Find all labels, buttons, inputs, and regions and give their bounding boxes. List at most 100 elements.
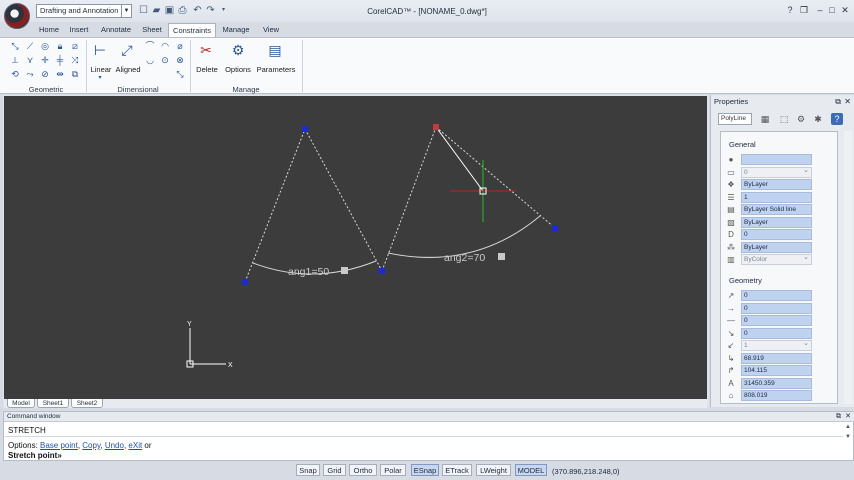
properties-scrollbar[interactable] (844, 131, 852, 404)
tab-model[interactable]: Model (7, 399, 35, 408)
polyline-segment[interactable] (435, 126, 556, 229)
options-icon[interactable]: ⚙ (229, 41, 247, 59)
tangent-icon[interactable]: ╪ (55, 55, 65, 65)
maximize-icon[interactable]: □ (826, 4, 838, 16)
property-value[interactable]: 808.019 (741, 390, 812, 401)
property-value[interactable]: 0 (741, 327, 812, 339)
dim-label-ang1[interactable]: ang1=50 (288, 266, 329, 278)
parameters-button[interactable]: Parameters (256, 65, 296, 74)
etrack-toggle[interactable]: ETrack (442, 464, 472, 476)
help-icon[interactable]: ? (784, 4, 796, 16)
diameter-dim-icon[interactable]: ⌀ (175, 41, 185, 51)
option-base-point[interactable]: Base point (40, 441, 78, 450)
esnap-toggle[interactable]: ESnap (411, 464, 439, 476)
grip-point[interactable] (552, 225, 558, 231)
options-button[interactable]: Options (222, 65, 254, 74)
property-value[interactable] (741, 154, 812, 165)
grip-point[interactable] (242, 279, 248, 285)
aligned-dim-icon[interactable]: ⤢ (118, 41, 136, 59)
delete-geometric-icon[interactable]: ⧉ (70, 69, 80, 79)
delete-constraint-icon[interactable]: ✂ (197, 41, 215, 59)
property-value[interactable]: 0 (741, 166, 812, 178)
radius-dim-icon[interactable]: ◠ (160, 41, 170, 51)
collinear-icon[interactable]: ⟋ (25, 41, 35, 51)
dim-settings-icon[interactable]: ⤡ (175, 69, 185, 79)
option-exit[interactable]: eXit (128, 441, 142, 450)
delete-button[interactable]: Delete (194, 65, 220, 74)
settings-icon[interactable] (813, 113, 825, 125)
tab-sheet[interactable]: Sheet (140, 23, 164, 37)
equal-icon[interactable]: ⤳ (25, 69, 35, 79)
pin-icon[interactable]: ⧉ (836, 412, 841, 422)
property-value[interactable]: ByLayer Solid line (741, 204, 812, 215)
option-undo[interactable]: Undo (105, 441, 124, 450)
parallel-icon[interactable]: ⧄ (70, 41, 80, 51)
property-value[interactable]: 0 (741, 302, 812, 314)
close-icon[interactable]: ✕ (845, 412, 851, 422)
grip-point[interactable] (302, 126, 308, 132)
scroll-up-icon[interactable]: ▲ (845, 424, 851, 430)
snap-toggle[interactable]: Snap (296, 464, 320, 476)
model-toggle[interactable]: MODEL (515, 464, 547, 476)
tab-insert[interactable]: Insert (66, 23, 92, 37)
perpendicular-icon[interactable]: ⟂ (10, 55, 20, 65)
linear-dropdown-icon[interactable]: ▾ (95, 73, 105, 83)
property-value[interactable]: 1 (741, 340, 812, 351)
grip-point[interactable] (379, 268, 385, 274)
property-value[interactable]: ByLayer (741, 179, 812, 190)
property-value[interactable]: ByLayer (741, 241, 812, 253)
property-value[interactable]: 1 (741, 191, 812, 203)
symmetric-icon[interactable]: ⟲ (10, 69, 20, 79)
quick-select-icon[interactable]: ▦ (759, 113, 771, 125)
property-value[interactable]: 0 (741, 290, 812, 301)
property-value[interactable]: ByLayer (741, 216, 812, 228)
property-value[interactable]: 0 (741, 229, 812, 240)
tab-sheet2[interactable]: Sheet2 (71, 399, 103, 408)
command-input[interactable] (5, 423, 843, 437)
horizontal-icon[interactable]: ⋎ (25, 55, 35, 65)
show-hide-icon[interactable]: ⇹ (55, 69, 65, 79)
ortho-toggle[interactable]: Ortho (349, 464, 377, 476)
entity-type-select[interactable]: PolyLine (718, 113, 752, 125)
polar-toggle[interactable]: Polar (380, 464, 406, 476)
minimize-icon[interactable]: – (814, 4, 826, 16)
aligned-button[interactable]: Aligned (113, 65, 143, 74)
linear-dim-icon[interactable]: ⊢ (91, 41, 109, 59)
help-icon[interactable]: ? (831, 113, 843, 125)
tab-manage[interactable]: Manage (220, 23, 252, 37)
coincident-icon[interactable]: ⤡ (10, 41, 20, 51)
convert-dim-icon[interactable]: ◡ (145, 55, 155, 65)
hide-dim-icon[interactable]: ⊗ (175, 55, 185, 65)
select-objects-icon[interactable]: ⬚ (778, 113, 790, 125)
close-icon[interactable]: ✕ (844, 95, 851, 109)
concentric-icon[interactable]: ◎ (40, 41, 50, 51)
grip-point-hot[interactable] (433, 124, 439, 130)
property-value[interactable]: 68.919 (741, 352, 812, 364)
scroll-down-icon[interactable]: ▼ (845, 434, 851, 440)
dim-label-ang2[interactable]: ang2=70 (444, 252, 485, 264)
fix-icon[interactable]: 🔒︎ (55, 41, 65, 51)
tab-annotate[interactable]: Annotate (98, 23, 134, 37)
polyline-segment[interactable] (381, 126, 437, 272)
property-value[interactable]: 31450.359 (741, 377, 812, 389)
option-copy[interactable]: Copy (82, 441, 100, 450)
pin-icon[interactable]: ⧉ (835, 95, 841, 109)
tab-sheet1[interactable]: Sheet1 (37, 399, 69, 408)
tab-home[interactable]: Home (36, 23, 62, 37)
smooth-icon[interactable]: ⤨ (70, 55, 80, 65)
auto-constrain-icon[interactable]: ⊘ (40, 69, 50, 79)
vertical-icon[interactable]: ✛ (40, 55, 50, 65)
app-logo[interactable] (4, 3, 30, 29)
show-dim-icon[interactable]: ⊙ (160, 55, 170, 65)
tab-view[interactable]: View (258, 23, 284, 37)
grid-toggle[interactable]: Grid (323, 464, 346, 476)
angular-dim-icon[interactable]: ⌒ (145, 41, 155, 51)
tab-constraints[interactable]: Constraints (168, 23, 216, 38)
close-icon[interactable]: ✕ (839, 4, 851, 16)
polyline-segment[interactable] (244, 128, 306, 283)
property-value[interactable]: 104.115 (741, 365, 812, 376)
toggle-pickadd-icon[interactable]: ⚙ (795, 113, 807, 125)
drawing-svg[interactable]: ang1=50 ang2=70 Y X (4, 96, 707, 399)
lweight-toggle[interactable]: LWeight (476, 464, 511, 476)
property-value[interactable]: ByColor (741, 254, 812, 265)
